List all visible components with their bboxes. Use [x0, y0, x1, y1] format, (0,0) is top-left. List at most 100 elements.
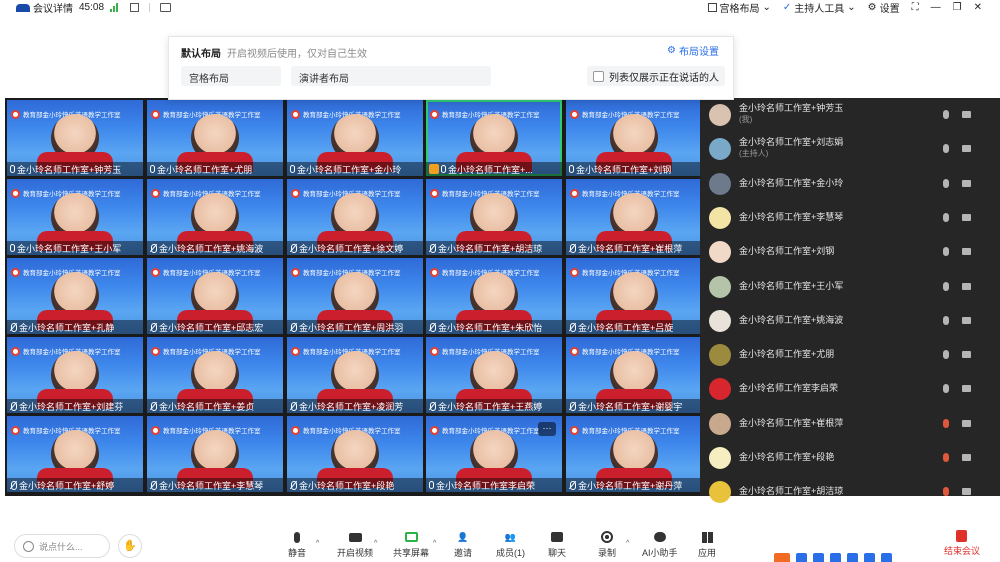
fullscreen-icon[interactable]: ⛶: [912, 2, 919, 13]
member-row[interactable]: 金小玲名师工作室+崔根萍: [700, 407, 1000, 441]
video-tile[interactable]: 教育部金小玲快乐英语教学工作室金小玲名师工作室+周洪羽: [287, 258, 423, 334]
video-tile[interactable]: 教育部金小玲快乐英语教学工作室···金小玲名师工作室李启荣: [426, 416, 562, 492]
camera-icon[interactable]: [962, 385, 971, 393]
microphone-icon: [569, 165, 574, 173]
studio-logo-icon: [430, 188, 439, 198]
member-row[interactable]: 金小玲名师工作室+金小玲: [700, 167, 1000, 201]
speaking-only-checkbox[interactable]: [593, 70, 604, 82]
speaking-only-toggle[interactable]: 列表仅展示正在说话的人: [587, 66, 725, 86]
microphone-icon[interactable]: [943, 144, 949, 154]
share-window-icon[interactable]: [160, 3, 172, 12]
video-tile[interactable]: 教育部金小玲快乐英语教学工作室金小玲名师工作室+姜贞: [147, 337, 283, 413]
member-row[interactable]: 金小玲名师工作室+李慧琴: [700, 201, 1000, 235]
video-tile[interactable]: 教育部金小玲快乐英语教学工作室金小玲名师工作室+姚海波: [147, 179, 283, 255]
camera-icon[interactable]: [962, 179, 971, 187]
video-tile[interactable]: 教育部金小玲快乐英语教学工作室金小玲名师工作室+吕旋: [566, 258, 702, 334]
member-row[interactable]: 金小玲名师工作室+段艳: [700, 441, 1000, 475]
microphone-icon[interactable]: [943, 247, 949, 257]
member-row[interactable]: 金小玲名师工作室李启荣: [700, 372, 1000, 406]
member-row[interactable]: 金小玲名师工作室+钟芳玉 (我): [700, 98, 1000, 132]
video-tile[interactable]: 教育部金小玲快乐英语教学工作室金小玲名师工作室+...: [426, 100, 562, 176]
end-meeting-button[interactable]: 结束会议: [944, 530, 980, 557]
microphone-icon[interactable]: [943, 110, 949, 119]
members-button[interactable]: 👥 成员(1): [496, 530, 525, 559]
layout-settings-link[interactable]: ⚙ 布局设置: [667, 43, 719, 58]
microphone-icon[interactable]: [943, 212, 949, 222]
camera-icon[interactable]: [962, 111, 971, 118]
member-row[interactable]: 金小玲名师工作室+尤朋: [700, 338, 1000, 372]
member-row[interactable]: 金小玲名师工作室+胡洁琼: [700, 475, 1000, 509]
maximize-icon[interactable]: ❐: [953, 2, 962, 13]
camera-icon[interactable]: [962, 248, 971, 256]
chevron-up-icon[interactable]: ^: [433, 540, 436, 547]
video-tile[interactable]: 教育部金小玲快乐英语教学工作室金小玲名师工作室+胡洁琼: [426, 179, 562, 255]
microphone-muted-icon[interactable]: [943, 418, 949, 428]
tile-name-label: 金小玲名师工作室+吕旋: [566, 320, 702, 334]
studio-logo-icon: [291, 109, 300, 119]
raise-hand-button[interactable]: ✋: [118, 534, 142, 558]
video-tile[interactable]: 教育部金小玲快乐英语教学工作室金小玲名师工作室+凌润芳: [287, 337, 423, 413]
settings-button[interactable]: ⚙ 设置: [868, 0, 900, 15]
video-tile[interactable]: 教育部金小玲快乐英语教学工作室金小玲名师工作室+谢婴宇: [566, 337, 702, 413]
video-tile[interactable]: 教育部金小玲快乐英语教学工作室金小玲名师工作室+徐文婷: [287, 179, 423, 255]
camera-icon[interactable]: [962, 419, 971, 427]
host-tools-button[interactable]: ✓ 主持人工具 ⌄: [783, 0, 856, 15]
camera-icon[interactable]: [962, 282, 971, 290]
layout-option-speaker[interactable]: 演讲者布局: [291, 66, 491, 86]
more-options-button[interactable]: ···: [538, 422, 556, 436]
video-tile[interactable]: 教育部金小玲快乐英语教学工作室金小玲名师工作室+朱欣怡: [426, 258, 562, 334]
camera-icon[interactable]: [962, 488, 971, 496]
video-tile[interactable]: 教育部金小玲快乐英语教学工作室金小玲名师工作室+金小玲: [287, 100, 423, 176]
microphone-icon: [150, 165, 155, 173]
layout-button[interactable]: 宫格布局 ⌄: [707, 0, 771, 15]
chat-button[interactable]: 聊天: [548, 530, 566, 559]
video-tile[interactable]: 教育部金小玲快乐英语教学工作室金小玲名师工作室+王燕婷: [426, 337, 562, 413]
tile-name-label: 金小玲名师工作室+刘建芬: [7, 399, 143, 413]
camera-icon[interactable]: [962, 316, 971, 324]
mute-button[interactable]: 静音: [288, 530, 306, 559]
microphone-icon[interactable]: [943, 384, 949, 394]
microphone-icon[interactable]: [943, 315, 949, 325]
video-tile[interactable]: 教育部金小玲快乐英语教学工作室金小玲名师工作室+钟芳玉: [7, 100, 143, 176]
video-tile[interactable]: 教育部金小玲快乐英语教学工作室金小玲名师工作室+邱志宏: [147, 258, 283, 334]
video-tile[interactable]: 教育部金小玲快乐英语教学工作室金小玲名师工作室+舒婷: [7, 416, 143, 492]
chevron-up-icon[interactable]: ^: [316, 540, 319, 547]
record-button[interactable]: 录制: [598, 530, 616, 559]
layout-option-grid[interactable]: 宫格布局: [181, 66, 281, 86]
video-tile[interactable]: 教育部金小玲快乐英语教学工作室金小玲名师工作室+尤朋: [147, 100, 283, 176]
start-video-button[interactable]: 开启视频: [337, 530, 373, 559]
microphone-muted-icon[interactable]: [943, 487, 949, 497]
video-tile[interactable]: 教育部金小玲快乐英语教学工作室金小玲名师工作室+谢丹萍: [566, 416, 702, 492]
video-tile[interactable]: 教育部金小玲快乐英语教学工作室金小玲名师工作室+孔静: [7, 258, 143, 334]
camera-icon[interactable]: [962, 454, 971, 461]
external-window-icon[interactable]: [130, 3, 140, 12]
member-row[interactable]: 金小玲名师工作室+姚海波: [700, 304, 1000, 338]
chevron-up-icon[interactable]: ^: [374, 540, 377, 547]
chevron-up-icon[interactable]: ^: [626, 540, 629, 547]
meeting-info-button[interactable]: 会议详情: [16, 0, 73, 15]
video-tile[interactable]: 教育部金小玲快乐英语教学工作室金小玲名师工作室+王小军: [7, 179, 143, 255]
video-tile[interactable]: 教育部金小玲快乐英语教学工作室金小玲名师工作室+李慧琴: [147, 416, 283, 492]
camera-icon[interactable]: [962, 145, 971, 153]
say-something-input[interactable]: 说点什么...: [14, 534, 110, 558]
video-tile[interactable]: 教育部金小玲快乐英语教学工作室金小玲名师工作室+刘建芬: [7, 337, 143, 413]
minimize-icon[interactable]: —: [931, 2, 941, 13]
microphone-muted-icon[interactable]: [943, 453, 949, 462]
participant-name: 金小玲名师工作室+舒婷: [19, 480, 115, 491]
member-row[interactable]: 金小玲名师工作室+刘志娟 (主持人): [700, 132, 1000, 166]
video-tile[interactable]: 教育部金小玲快乐英语教学工作室金小玲名师工作室+刘钢: [566, 100, 702, 176]
camera-icon[interactable]: [962, 213, 971, 221]
ai-assistant-button[interactable]: AI小助手: [642, 530, 678, 559]
share-screen-button[interactable]: 共享屏幕: [393, 530, 429, 559]
member-row[interactable]: 金小玲名师工作室+刘钢: [700, 235, 1000, 269]
invite-button[interactable]: 👤 邀请: [454, 530, 472, 559]
microphone-icon[interactable]: [943, 350, 949, 360]
video-tile[interactable]: 教育部金小玲快乐英语教学工作室金小玲名师工作室+崔根萍: [566, 179, 702, 255]
microphone-icon[interactable]: [943, 281, 949, 291]
member-row[interactable]: 金小玲名师工作室+王小军: [700, 270, 1000, 304]
apps-button[interactable]: 应用: [698, 530, 716, 559]
video-tile[interactable]: 教育部金小玲快乐英语教学工作室金小玲名师工作室+段艳: [287, 416, 423, 492]
camera-icon[interactable]: [962, 351, 971, 359]
microphone-icon[interactable]: [943, 178, 949, 188]
close-icon[interactable]: ✕: [974, 2, 982, 13]
